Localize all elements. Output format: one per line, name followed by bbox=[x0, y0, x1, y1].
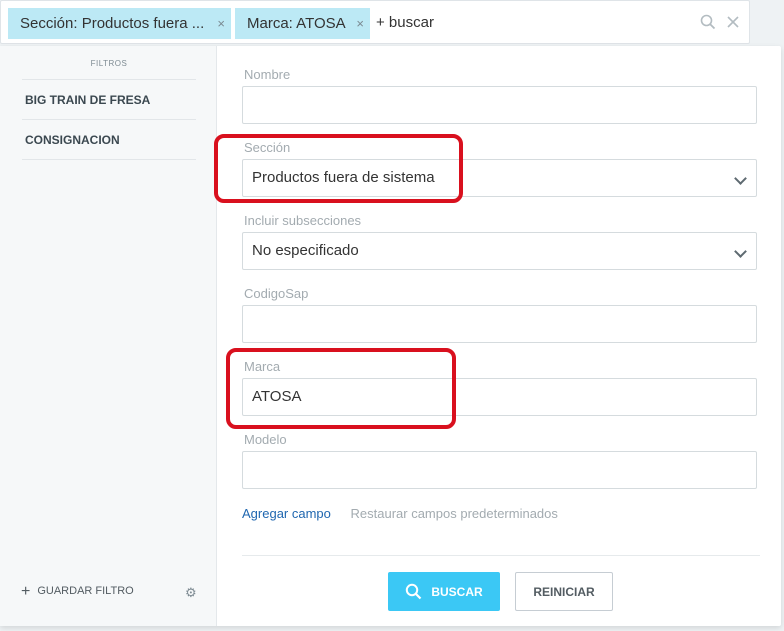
reset-button-label: REINICIAR bbox=[533, 584, 595, 599]
chevron-down-icon bbox=[734, 172, 747, 185]
save-filter-button[interactable]: + GUARDAR FILTRO bbox=[21, 582, 134, 600]
saved-filter-item[interactable]: BIG TRAIN DE FRESA bbox=[22, 80, 196, 120]
annotation-highlight-seccion bbox=[214, 134, 463, 203]
modelo-input[interactable] bbox=[242, 451, 757, 489]
clear-icon[interactable] bbox=[727, 15, 739, 33]
saved-filter-item[interactable]: CONSIGNACION bbox=[22, 120, 196, 160]
subsecciones-select[interactable]: No especificado bbox=[242, 232, 757, 270]
search-icon[interactable] bbox=[700, 14, 716, 35]
field-label-modelo: Modelo bbox=[244, 432, 287, 447]
saved-filters-list: BIG TRAIN DE FRESA CONSIGNACION bbox=[22, 79, 196, 160]
field-label-nombre: Nombre bbox=[244, 67, 291, 82]
divider bbox=[242, 555, 760, 556]
nombre-input[interactable] bbox=[242, 86, 757, 124]
add-search-input[interactable]: + buscar bbox=[376, 14, 434, 31]
chip-label: Sección: Productos fuera ... bbox=[20, 15, 205, 32]
gear-icon[interactable]: ⚙ bbox=[185, 585, 197, 601]
annotation-highlight-marca bbox=[226, 348, 456, 429]
filter-search-bar[interactable]: Sección: Productos fuera ... × Marca: AT… bbox=[0, 0, 750, 44]
reset-button[interactable]: REINICIAR bbox=[515, 572, 613, 611]
save-filter-label: GUARDAR FILTRO bbox=[37, 585, 134, 597]
plus-icon: + bbox=[21, 582, 31, 600]
codigosap-input[interactable] bbox=[242, 305, 757, 343]
restore-fields-link[interactable]: Restaurar campos predeterminados bbox=[351, 506, 558, 521]
chevron-down-icon bbox=[734, 245, 747, 258]
filter-chip-marca[interactable]: Marca: ATOSA × bbox=[235, 8, 370, 39]
field-label-subsecciones: Incluir subsecciones bbox=[244, 213, 362, 228]
field-label-codigosap: CodigoSap bbox=[244, 286, 309, 301]
chip-close-icon[interactable]: × bbox=[356, 8, 364, 39]
filters-title: FILTROS bbox=[90, 59, 128, 68]
filter-chip-seccion[interactable]: Sección: Productos fuera ... × bbox=[8, 8, 231, 39]
search-button-label: BUSCAR bbox=[431, 584, 483, 599]
subsecciones-value: No especificado bbox=[252, 242, 359, 259]
field-links: Agregar campo Restaurar campos predeterm… bbox=[242, 506, 558, 521]
chip-label: Marca: ATOSA bbox=[247, 15, 346, 32]
add-field-link[interactable]: Agregar campo bbox=[242, 506, 331, 521]
chip-close-icon[interactable]: × bbox=[217, 8, 225, 39]
search-icon bbox=[406, 583, 422, 600]
saved-filters-panel: FILTROS BIG TRAIN DE FRESA CONSIGNACION … bbox=[0, 46, 217, 626]
search-button[interactable]: BUSCAR bbox=[388, 572, 500, 611]
